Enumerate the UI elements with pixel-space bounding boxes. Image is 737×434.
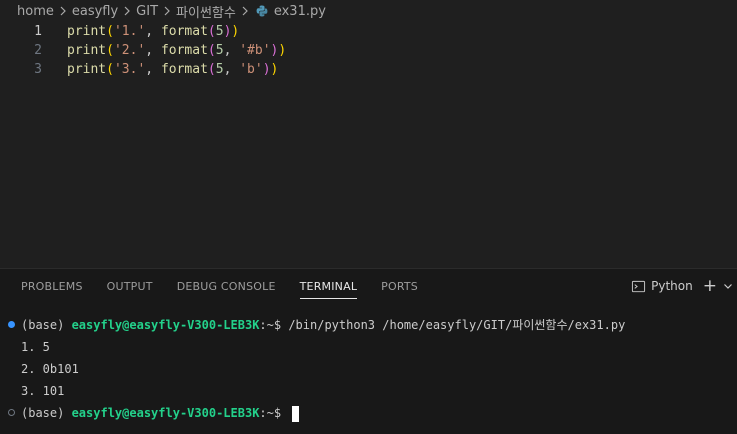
prompt-env: (base)	[21, 318, 72, 332]
code-token: ,	[223, 62, 240, 77]
code-token: )	[270, 62, 279, 77]
breadcrumb-item-easyfly[interactable]: easyfly	[72, 4, 118, 19]
python-file-icon	[256, 5, 268, 17]
code-token: ,	[145, 43, 161, 58]
code-token: '2.'	[113, 43, 146, 58]
code-token: 5	[215, 62, 224, 77]
breadcrumb-file[interactable]: ex31.py	[274, 4, 326, 19]
output-text: 3. 101	[21, 384, 65, 398]
code-token: 5	[215, 43, 224, 58]
command-pending-dot-icon	[8, 409, 15, 416]
panel-actions: Python +	[631, 269, 737, 303]
code-token: )	[262, 62, 271, 77]
terminal-icon[interactable]	[631, 279, 646, 294]
chevron-right-icon	[162, 6, 172, 16]
code-token: ,	[145, 62, 161, 77]
code-token: '1.'	[113, 24, 146, 39]
code-content[interactable]: print('1.', format(5))	[67, 22, 239, 41]
code-token: (	[106, 43, 114, 58]
code-token: 5	[215, 24, 224, 39]
breadcrumb-item-git[interactable]: GIT	[136, 4, 158, 19]
code-token: print	[67, 62, 107, 77]
code-token: )	[278, 43, 287, 58]
tab-problems[interactable]: PROBLEMS	[21, 269, 83, 303]
prompt-user: easyfly@easyfly-V300-LEB3K	[71, 406, 260, 420]
code-token: (	[106, 62, 114, 77]
tab-terminal[interactable]: TERMINAL	[299, 269, 358, 303]
code-line[interactable]: 1 print('1.', format(5))	[0, 22, 737, 41]
chevron-right-icon	[122, 6, 132, 16]
line-number: 1	[34, 24, 42, 39]
chevron-right-icon	[240, 6, 250, 16]
panel-tabs: PROBLEMS OUTPUT DEBUG CONSOLE TERMINAL P…	[0, 269, 737, 303]
terminal-output-line: 3. 101	[0, 380, 737, 402]
code-token: format	[160, 43, 208, 58]
terminal-cursor	[292, 405, 300, 422]
breadcrumb-item-home[interactable]: home	[17, 4, 54, 19]
vscode-window: home easyfly GIT 파이썬함수 ex31.py 1 print('…	[0, 0, 737, 434]
breadcrumb-item-folder[interactable]: 파이썬함수	[176, 2, 236, 21]
prompt-tail: :~$	[259, 406, 289, 420]
breadcrumb: home easyfly GIT 파이썬함수 ex31.py	[0, 0, 737, 22]
code-editor[interactable]: 1 print('1.', format(5)) 2 print('2.', f…	[0, 22, 737, 268]
output-text: 2. 0b101	[21, 362, 79, 376]
new-terminal-plus-icon[interactable]: +	[703, 277, 717, 295]
code-token: 'b'	[239, 62, 263, 77]
code-line[interactable]: 2 print('2.', format(5, '#b'))	[0, 41, 737, 60]
tab-ports[interactable]: PORTS	[381, 269, 418, 303]
code-token: print	[67, 43, 107, 58]
terminal-command-line: (base) easyfly@easyfly-V300-LEB3K:~$ /bi…	[0, 314, 737, 336]
code-content[interactable]: print('3.', format(5, 'b'))	[67, 60, 278, 79]
code-token: (	[207, 24, 216, 39]
code-token: )	[231, 24, 240, 39]
code-token: format	[160, 24, 208, 39]
prompt-env: (base)	[21, 406, 72, 420]
tab-debug-console[interactable]: DEBUG CONSOLE	[177, 269, 276, 303]
code-token: '3.'	[113, 62, 146, 77]
prompt-tail: :~$	[259, 318, 289, 332]
output-text: 1. 5	[21, 340, 50, 354]
command-success-dot-icon[interactable]	[8, 321, 15, 328]
line-number: 2	[34, 43, 42, 58]
code-token: ,	[223, 43, 240, 58]
bottom-panel: PROBLEMS OUTPUT DEBUG CONSOLE TERMINAL P…	[0, 268, 737, 434]
code-content[interactable]: print('2.', format(5, '#b'))	[67, 41, 286, 60]
chevron-down-icon[interactable]	[723, 281, 733, 291]
terminal-output[interactable]: (base) easyfly@easyfly-V300-LEB3K:~$ /bi…	[0, 314, 737, 424]
code-token: (	[106, 24, 114, 39]
code-token: (	[207, 62, 216, 77]
terminal-output-line: 1. 5	[0, 336, 737, 358]
code-token: print	[67, 24, 107, 39]
code-token: (	[207, 43, 216, 58]
code-token: '#b'	[239, 43, 271, 58]
terminal-output-line: 2. 0b101	[0, 358, 737, 380]
prompt-user: easyfly@easyfly-V300-LEB3K	[71, 318, 260, 332]
chevron-right-icon	[58, 6, 68, 16]
line-number: 3	[34, 62, 42, 77]
terminal-profile-label[interactable]: Python	[651, 279, 693, 293]
code-line[interactable]: 3 print('3.', format(5, 'b'))	[0, 60, 737, 79]
terminal-prompt-line[interactable]: (base) easyfly@easyfly-V300-LEB3K:~$	[0, 402, 737, 424]
code-token: format	[160, 62, 208, 77]
tab-output[interactable]: OUTPUT	[107, 269, 153, 303]
code-token: ,	[145, 24, 161, 39]
terminal-command: /bin/python3 /home/easyfly/GIT/파이썬함수/ex3…	[288, 318, 626, 332]
